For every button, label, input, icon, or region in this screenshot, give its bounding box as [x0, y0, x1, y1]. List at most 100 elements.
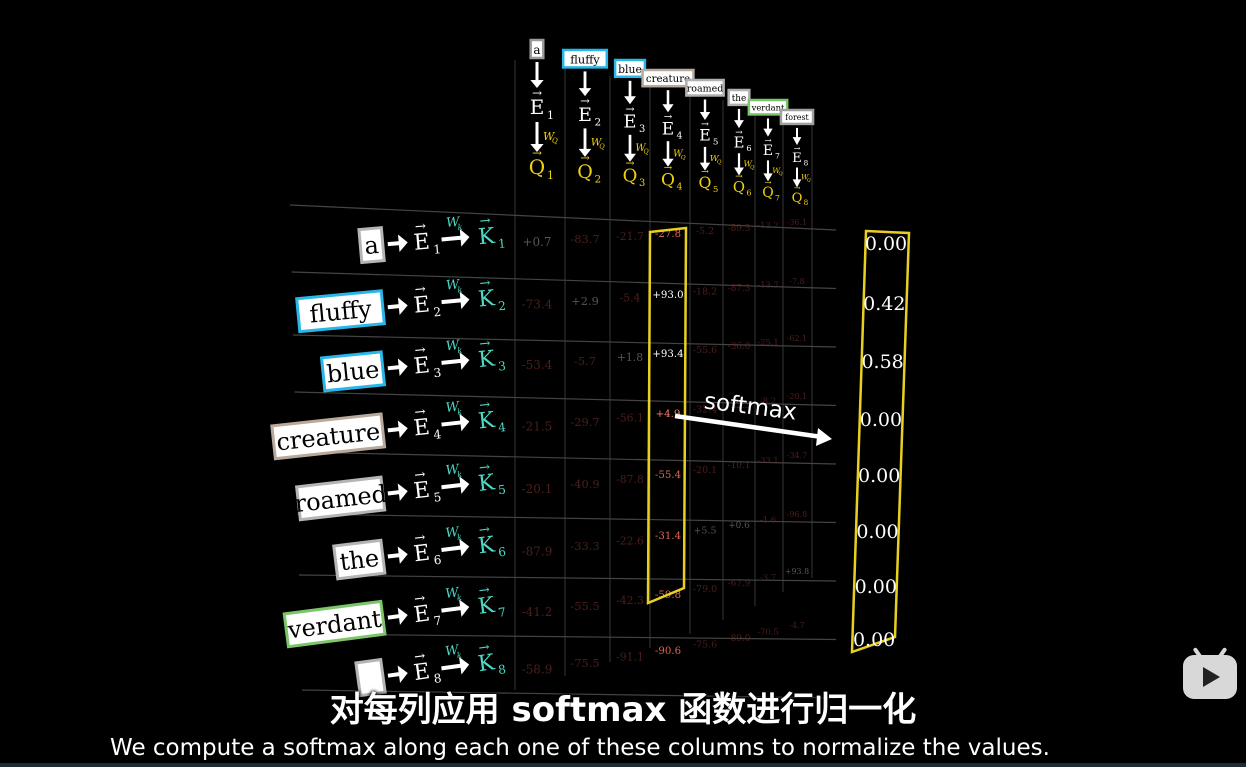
svg-text:1: 1	[433, 242, 442, 257]
score-cell: +5.5	[694, 526, 717, 537]
query-weight-label: WQ	[591, 137, 606, 151]
svg-text:→: →	[664, 163, 673, 174]
svg-text:Q: Q	[807, 177, 811, 183]
score-cell: -91.1	[616, 651, 644, 664]
svg-text:→: →	[664, 112, 673, 123]
svg-text:6: 6	[746, 143, 751, 153]
svg-text:6: 6	[433, 553, 442, 568]
score-cell: +1.8	[617, 351, 643, 364]
right-arrow-icon	[441, 599, 470, 617]
right-arrow-icon	[441, 476, 470, 494]
score-cell: -18.2	[693, 287, 717, 298]
svg-text:5: 5	[433, 490, 442, 505]
svg-text:→: →	[479, 276, 491, 292]
attention-pattern-visualization: aE 1→WQQ 1→fluffyE 2→WQQ 2→blueE 3→WQQ 3→creat…	[270, 38, 911, 699]
right-arrow-icon	[441, 657, 470, 675]
score-cell: +0.7	[522, 235, 551, 249]
score-cell: -34.7	[787, 451, 807, 460]
key-token-label: blue	[325, 355, 380, 388]
embedding-vector-symbol: E 2→	[413, 282, 442, 320]
score-cell: -87.8	[616, 473, 644, 486]
score-cell: -25.1	[757, 337, 778, 347]
softmax-value: 0.58	[861, 351, 903, 373]
score-cell: -33.1	[757, 455, 778, 465]
bilibili-tv-icon[interactable]	[1183, 647, 1237, 699]
score-cell: -36.0	[728, 342, 751, 352]
softmax-value: 0.00	[853, 629, 895, 651]
score-cell: -87.9	[522, 545, 553, 559]
svg-text:→: →	[735, 128, 743, 138]
score-cell: +2.9	[571, 294, 599, 308]
down-arrow-icon	[763, 118, 773, 137]
svg-text:→: →	[532, 146, 542, 160]
player-progress-line	[0, 763, 1246, 767]
grid-row-line	[291, 271, 837, 290]
score-cell: -83.7	[570, 232, 599, 246]
embedding-vector-symbol: E 5→	[412, 467, 442, 505]
score-cell: -3.7	[760, 572, 776, 582]
embedding-vector-symbol: E 2→	[578, 94, 601, 129]
score-cell: -75.5	[570, 656, 599, 670]
right-arrow-icon	[387, 234, 408, 252]
score-cell: -20.1	[522, 482, 553, 496]
svg-text:Q: Q	[552, 137, 558, 145]
svg-text:→: →	[478, 640, 491, 656]
svg-text:7: 7	[775, 193, 780, 202]
svg-text:→: →	[701, 119, 709, 130]
softmax-value: 0.00	[858, 465, 900, 487]
svg-text:→: →	[580, 151, 590, 165]
score-cell: +93.8	[785, 567, 809, 576]
svg-text:3: 3	[639, 124, 645, 135]
query-weight-label: WQ	[673, 149, 686, 162]
svg-text:Q: Q	[762, 185, 773, 201]
subtitle-english: We compute a softmax along each one of t…	[110, 735, 1050, 761]
svg-text:1: 1	[547, 169, 554, 182]
down-arrow-icon	[530, 62, 544, 88]
embedding-vector-symbol: E 7 →	[763, 135, 780, 160]
query-token-label: roamed	[687, 83, 724, 94]
key-row: fluffy E 2→ Wk K 2→	[295, 276, 507, 334]
svg-text:E: E	[763, 143, 773, 159]
query-token-label: the	[732, 94, 747, 104]
svg-text:→: →	[413, 649, 426, 665]
embedding-vector-symbol: E 4→	[412, 405, 442, 442]
svg-text:→: →	[478, 522, 491, 538]
svg-text:→: →	[764, 135, 771, 145]
softmax-value: 0.00	[860, 409, 902, 431]
key-row: roamed E 5→ Wk K 5→	[293, 460, 507, 522]
score-cell: -5.2	[696, 226, 714, 237]
query-weight-label: WQ	[543, 130, 558, 145]
key-row: the E 6→ Wk K 6→	[332, 522, 507, 581]
key-token-label: fluffy	[308, 295, 373, 329]
query-vector-symbol: Q 7 →	[762, 177, 780, 202]
score-cell: -90.6	[655, 646, 681, 657]
query-weight-label: WQ	[710, 154, 722, 165]
query-vector-symbol: Q 6→	[733, 172, 752, 197]
score-cell: -55.4	[655, 470, 681, 481]
query-vector-symbol: Q 5→	[699, 167, 719, 195]
svg-text:→: →	[479, 336, 492, 352]
score-cell: -20.1	[693, 465, 717, 476]
key-token-label: the	[338, 544, 380, 577]
softmax-arrow-head	[816, 428, 832, 446]
score-cell: -79.0	[693, 584, 717, 595]
score-cell: -22.6	[616, 535, 644, 548]
score-cell: +93.4	[652, 349, 683, 360]
right-arrow-icon	[387, 546, 408, 564]
svg-text:→: →	[625, 102, 634, 115]
key-row: blue E 3→ Wk K 3→	[319, 336, 507, 393]
right-arrow-icon	[441, 538, 470, 557]
right-arrow-icon	[387, 483, 408, 501]
query-vector-symbol: Q 1→	[529, 146, 554, 182]
query-column: aE 1→WQQ 1→	[529, 38, 558, 182]
svg-text:→: →	[478, 583, 491, 599]
svg-text:→: →	[414, 343, 427, 359]
svg-text:4: 4	[497, 420, 506, 435]
score-cell: -29.7	[570, 415, 599, 429]
query-vector-symbol: Q 8→	[792, 184, 809, 208]
query-column: forestE 8→WQQ 8→	[779, 108, 815, 208]
score-cell: -56.1	[616, 412, 644, 425]
score-cell: -7.8	[789, 277, 804, 286]
down-arrow-icon	[662, 90, 674, 113]
score-cell: -70.5	[757, 627, 778, 637]
